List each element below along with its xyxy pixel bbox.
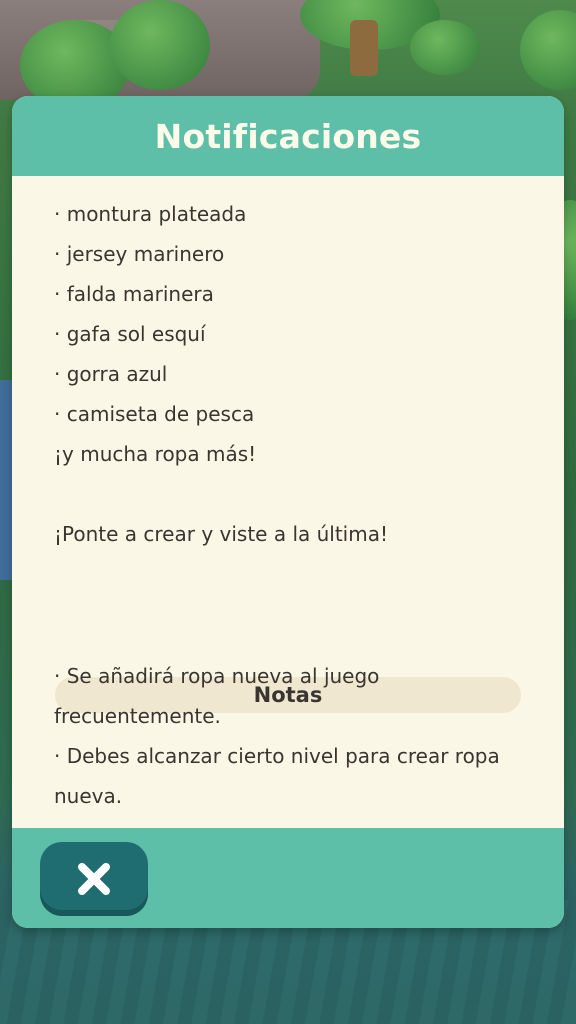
close-icon	[78, 863, 110, 895]
list-item-more: ¡y mucha ropa más!	[54, 442, 257, 466]
list-item: · gorra azul	[54, 362, 168, 386]
call-to-action: ¡Ponte a crear y viste a la última!	[54, 522, 388, 546]
dialog-footer	[12, 828, 564, 928]
dialog-header: Notificaciones	[12, 96, 564, 176]
tree-trunk	[350, 20, 378, 76]
note-line: nueva.	[54, 784, 123, 808]
note-line: frecuentemente.	[54, 704, 221, 728]
list-item: · camiseta de pesca	[54, 402, 255, 426]
bush	[410, 20, 480, 75]
note-line: · Se añadirá ropa nueva al juego	[54, 664, 380, 688]
list-item: · jersey marinero	[54, 242, 225, 266]
list-item: · montura plateada	[54, 202, 247, 226]
list-item: · gafa sol esquí	[54, 322, 206, 346]
close-button[interactable]	[40, 842, 148, 916]
list-item: · falda marinera	[54, 282, 214, 306]
notifications-dialog: Notificaciones · montura plateada · jers…	[12, 96, 564, 928]
dialog-title: Notificaciones	[154, 116, 422, 156]
tree	[520, 10, 576, 90]
tree	[110, 0, 210, 90]
dialog-body: · montura plateada · jersey marinero · f…	[12, 176, 564, 828]
note-line: · Debes alcanzar cierto nivel para crear…	[54, 744, 500, 768]
